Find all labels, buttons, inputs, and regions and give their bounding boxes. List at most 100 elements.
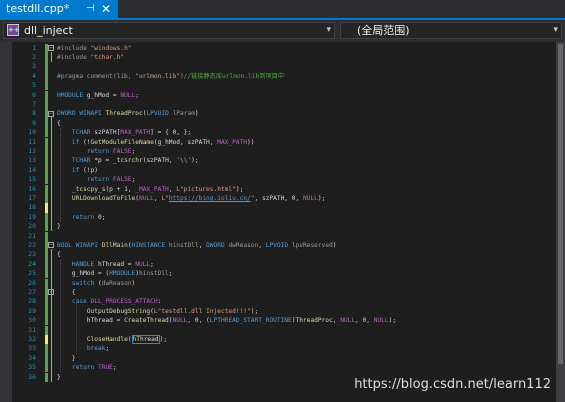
line-number: 2 [32,52,36,61]
change-marker [45,363,48,373]
code-line[interactable]: if (!p) [57,166,98,175]
line-number: 35 [28,363,36,372]
code-line[interactable]: DWORD WINAPI ThreadProc(LPVOID lParam) [57,109,199,118]
code-line[interactable]: HANDLE hThread = NULL; [57,260,154,269]
change-marker [45,334,48,345]
tab-testdll-cpp[interactable]: testdll.cpp* ⊣ ✕ [0,0,118,18]
code-line[interactable]: #include "tchar.h" [57,53,124,62]
line-number: 9 [32,118,36,127]
line-number: 11 [28,137,36,146]
fold-line [51,295,52,354]
change-marker [45,344,48,354]
code-line[interactable]: BOOL WINAPI DllMain(HINSTANCE hinstDll, … [57,241,337,250]
project-scope-dropdown[interactable]: ++ dll_inject ▾ [3,22,335,39]
change-marker [45,306,48,317]
change-marker [45,269,48,279]
line-number: 36 [28,372,36,381]
line-number: 4 [32,71,36,80]
code-line[interactable]: URLDownloadToFile(NULL, L"https://bing.i… [57,194,325,203]
indent-guide [60,259,61,373]
change-marker [45,222,48,232]
line-number: 17 [28,193,36,202]
change-marker [45,128,48,138]
scrollbar-thumb[interactable] [558,44,563,364]
change-marker [45,193,48,204]
change-marker [45,353,48,364]
code-line[interactable]: OutputDebugString(L"testdll.dll Injected… [57,307,258,316]
member-scope-dropdown[interactable]: (全局范围) ▾ [340,22,562,39]
member-scope-value: (全局范围) [357,24,410,37]
chevron-down-icon[interactable]: ▾ [326,23,331,38]
line-number: 34 [28,353,36,362]
fold-toggle[interactable]: − [48,45,54,51]
change-marker [45,137,48,147]
tab-strip: testdll.cpp* ⊣ ✕ [0,0,565,20]
change-marker [45,325,48,335]
change-marker [45,71,48,82]
code-line[interactable]: if (!GetModuleFileName(g_hMod, szPATH, M… [57,138,255,147]
code-line[interactable]: return FALSE; [57,175,135,184]
line-number: 18 [28,203,36,212]
line-number: 21 [28,231,36,240]
code-line[interactable]: return TRUE; [57,363,117,372]
code-line[interactable]: } [57,373,61,382]
line-number: 27 [28,287,36,296]
code-line[interactable]: return FALSE; [57,147,135,156]
line-number: 8 [32,109,36,118]
chevron-down-icon[interactable]: ▾ [553,23,558,38]
line-number: 22 [28,240,36,249]
change-marker [45,278,48,288]
code-line[interactable]: HMODULE g_hMod = NULL; [57,91,139,100]
line-number: 19 [28,212,36,221]
fold-toggle[interactable]: − [48,242,54,249]
code-line[interactable]: { [57,250,61,259]
line-number: 12 [28,146,36,155]
change-marker [45,250,48,260]
vertical-scrollbar[interactable] [556,42,565,402]
line-number: 29 [28,306,36,315]
line-number: 13 [28,156,36,165]
line-number: 10 [28,128,36,137]
line-number: 32 [28,334,36,343]
pin-icon[interactable]: ⊣ [86,0,95,18]
fold-toggle[interactable]: − [48,110,54,117]
code-line[interactable]: TCHAR szPATH[MAX_PATH] = { 0, }; [57,128,191,137]
code-line[interactable]: #include "windows.h" [57,44,132,53]
line-number: 31 [28,325,36,334]
line-number: 3 [32,62,36,71]
indicator-margin [0,42,12,402]
change-marker [45,62,48,72]
change-marker [45,316,48,326]
code-line[interactable]: } [57,222,61,231]
change-marker [45,156,48,166]
indent-guide [60,128,61,223]
close-icon[interactable]: ✕ [101,0,111,18]
line-number: 16 [28,184,36,193]
project-scope-value: dll_inject [24,24,73,37]
watermark: https://blog.csdn.net/learn112 [354,377,551,392]
change-marker [45,203,48,213]
code-line[interactable]: switch (dwReason) [57,279,135,288]
change-marker [45,297,48,307]
code-line[interactable]: TCHAR *p = _tcsrchr(szPATH, '\\'); [57,156,199,165]
change-marker [45,212,48,223]
code-editor[interactable]: 1 2 3 4 5 6 7 8 9 10 11 12 13 14 15 16 17 18 19 20 21 22 23 24 2… [0,42,565,402]
cpp-file-icon: ++ [7,24,20,36]
tab-title: testdll.cpp* [6,2,70,15]
code-line[interactable]: break; [57,344,109,353]
code-line[interactable]: return 0; [57,213,106,222]
code-line[interactable]: CloseHandle(hThread); [57,334,167,344]
code-line[interactable]: { [57,119,61,128]
line-number: 33 [28,344,36,353]
code-line[interactable]: hThread = CreateThread(NULL, 0, (LPTHREA… [57,316,396,325]
code-line[interactable]: #pragma comment(lib, "urlmon.lib")//链接静态… [57,72,284,81]
line-number: 24 [28,259,36,268]
code-line[interactable]: _tcscpy_s(p + 1, _MAX_PATH, L"pictures.h… [57,185,243,194]
navigation-bar: ++ dll_inject ▾ (全局范围) ▾ [0,20,565,42]
line-number: 28 [28,297,36,306]
code-line[interactable]: case DLL_PROCESS_ATTACH: [57,297,161,306]
code-line[interactable]: g_hMod = (HMODULE)hinstDll; [57,269,173,278]
change-marker [45,52,48,63]
fold-line [51,117,52,232]
indent-guide [76,297,77,354]
